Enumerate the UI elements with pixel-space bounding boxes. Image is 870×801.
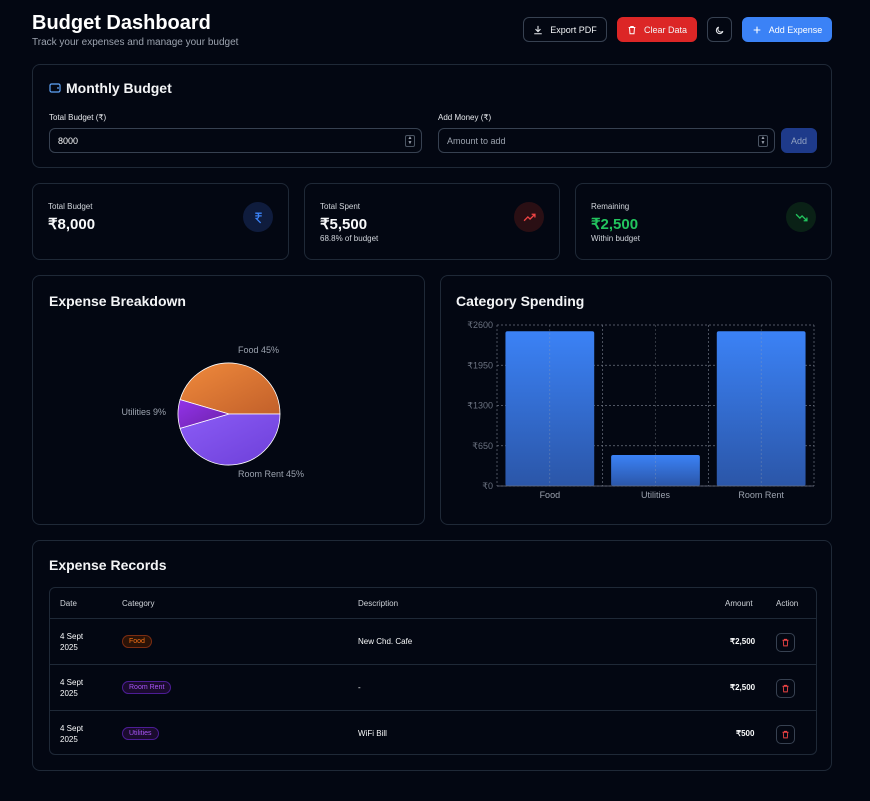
column-header-amount: Amount (725, 599, 753, 608)
y-tick-label: ₹1950 (467, 360, 493, 370)
clear-data-label: Clear Data (643, 24, 688, 35)
row-date-year: 2025 (60, 643, 78, 652)
total-budget-label: Total Budget (₹) (49, 113, 107, 122)
page-title: Budget Dashboard (32, 12, 211, 34)
expense-records-title: Expense Records (49, 557, 167, 573)
category-badge-room-rent: Room Rent (122, 681, 172, 694)
category-badge-food: Food (122, 635, 152, 648)
export-pdf-button[interactable]: Export PDF (523, 17, 607, 42)
stat-subtext: 68.8% of budget (320, 234, 379, 243)
trash-icon (628, 25, 636, 34)
category-spending-card: Category Spending ₹0 ₹650 ₹1300 ₹1950 ₹2600 F… (440, 275, 832, 525)
trending-up-icon (514, 202, 544, 232)
y-tick-label: ₹2600 (467, 320, 493, 330)
stat-value: ₹8,000 (48, 216, 96, 233)
pie-slice-label: Utilities 9% (121, 407, 166, 417)
stat-subtext: Within budget (591, 234, 640, 243)
clear-data-button[interactable]: Clear Data (617, 17, 697, 42)
row-amount: ₹2,500 (730, 683, 756, 692)
y-tick-label: ₹650 (472, 441, 493, 451)
trash-icon (782, 684, 789, 693)
table-row: 4 Sept 2025 Room Rent - ₹2,500 (50, 664, 816, 710)
delete-button[interactable] (776, 725, 795, 744)
row-description: WiFi Bill (358, 729, 387, 738)
expense-breakdown-card: Expense Breakdown Food 45% Room Rent 45% U… (32, 275, 425, 525)
plus-icon (753, 26, 761, 33)
column-header-action: Action (776, 599, 799, 608)
add-money-button-label: Add (790, 135, 807, 146)
x-tick-label: Food (540, 490, 561, 500)
delete-button[interactable] (776, 633, 795, 652)
pie-chart: Food 45% Room Rent 45% Utilities 9% (121, 345, 304, 479)
monthly-budget-card: Monthly Budget Total Budget (₹) 8000 ▲ ▼ … (32, 64, 832, 168)
stat-value: ₹2,500 (591, 216, 639, 233)
wallet-icon (49, 83, 61, 93)
trending-down-icon (786, 202, 816, 232)
total-budget-input[interactable]: 8000 ▲ ▼ (49, 128, 422, 153)
monthly-budget-title: Monthly Budget (66, 80, 172, 96)
stat-total-spent: Total Spent ₹5,500 68.8% of budget (304, 183, 560, 260)
page-subtitle: Track your expenses and manage your budg… (32, 37, 239, 48)
row-date: 4 Sept (60, 678, 84, 687)
column-header-date: Date (60, 599, 77, 608)
row-date: 4 Sept (60, 724, 84, 733)
table-row: 4 Sept 2025 Utilities WiFi Bill ₹500 (50, 710, 816, 754)
y-tick-label: ₹1300 (467, 401, 493, 411)
number-spinner[interactable]: ▲ ▼ (405, 135, 415, 147)
row-description: New Chd. Cafe (358, 637, 413, 646)
category-badge-utilities: Utilities (122, 727, 159, 740)
row-description: - (358, 683, 361, 692)
add-money-input[interactable]: Amount to add ▲ ▼ (438, 128, 775, 153)
total-budget-value: 8000 (58, 135, 79, 146)
delete-button[interactable] (776, 679, 795, 698)
row-date: 4 Sept (60, 632, 84, 641)
moon-icon (715, 26, 723, 34)
trash-icon (782, 638, 789, 647)
row-amount: ₹2,500 (730, 637, 756, 646)
download-icon (534, 25, 542, 34)
stat-label: Remaining (591, 202, 630, 211)
x-tick-label: Room Rent (738, 490, 784, 500)
theme-toggle-button[interactable] (707, 17, 732, 42)
expense-records-card: Expense Records Date Category Descriptio… (32, 540, 832, 771)
add-money-placeholder: Amount to add (447, 135, 506, 146)
y-tick-label: ₹0 (482, 481, 493, 491)
column-header-category: Category (122, 599, 155, 608)
bar-chart: ₹0 ₹650 ₹1300 ₹1950 ₹2600 Food Utilities Room R… (467, 320, 815, 500)
records-table: Date Category Description Amount Action … (49, 587, 817, 755)
rupee-icon (243, 202, 273, 232)
add-money-button[interactable]: Add (781, 128, 817, 153)
header: Budget Dashboard Track your expenses and… (32, 12, 832, 52)
pie-slice-label: Room Rent 45% (238, 469, 304, 479)
stat-label: Total Budget (48, 202, 93, 211)
row-amount: ₹500 (736, 729, 755, 738)
x-tick-label: Utilities (641, 490, 671, 500)
export-pdf-label: Export PDF (550, 24, 597, 35)
number-spinner[interactable]: ▲ ▼ (758, 135, 768, 147)
column-header-description: Description (358, 599, 399, 608)
stat-total-budget: Total Budget ₹8,000 (32, 183, 289, 260)
add-money-label: Add Money (₹) (438, 113, 492, 122)
pie-slice-label: Food 45% (238, 345, 279, 355)
stat-value: ₹5,500 (320, 216, 368, 233)
add-expense-label: Add Expense (768, 24, 823, 35)
row-date-year: 2025 (60, 689, 78, 698)
add-expense-button[interactable]: Add Expense (742, 17, 832, 42)
table-row: 4 Sept 2025 Food New Chd. Cafe ₹2,500 (50, 618, 816, 664)
stat-remaining: Remaining ₹2,500 Within budget (575, 183, 832, 260)
row-date-year: 2025 (60, 735, 78, 744)
trash-icon (782, 730, 789, 739)
stat-label: Total Spent (320, 202, 361, 211)
